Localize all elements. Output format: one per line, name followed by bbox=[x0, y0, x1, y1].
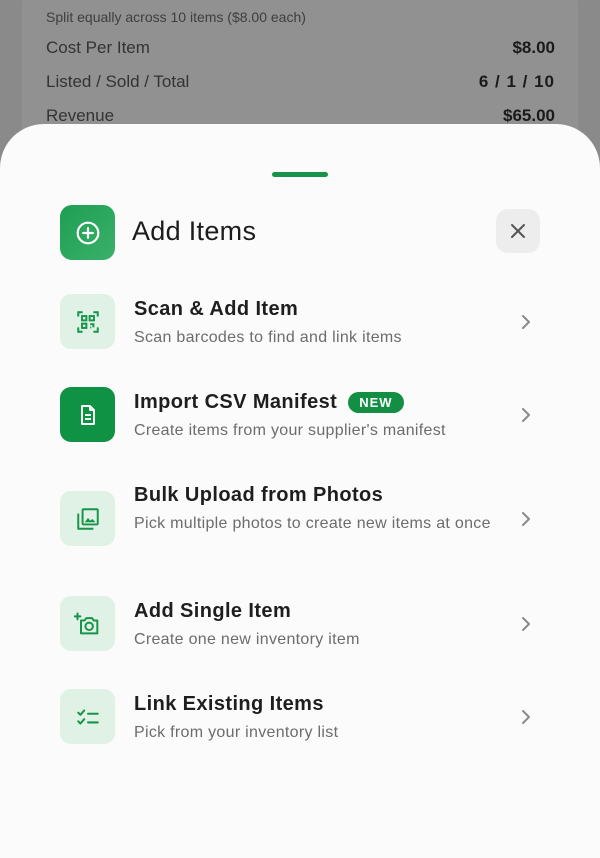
plus-circle-icon bbox=[60, 205, 115, 260]
row-value: 6 / 1 / 10 bbox=[478, 72, 555, 91]
sheet-title: Add Items bbox=[132, 216, 257, 246]
option-subtitle: Scan barcodes to find and link items bbox=[134, 329, 402, 346]
close-icon bbox=[511, 224, 525, 238]
new-badge: NEW bbox=[348, 392, 404, 413]
option-subtitle: Create one new inventory item bbox=[134, 631, 360, 648]
row-value: $65.00 bbox=[503, 106, 555, 125]
close-button[interactable] bbox=[496, 209, 540, 253]
bulk-upload-photos-option[interactable]: Bulk Upload from Photos Pick multiple ph… bbox=[60, 480, 540, 560]
revenue-row: Revenue $65.00 bbox=[46, 106, 555, 126]
qr-scan-icon bbox=[60, 294, 115, 349]
chevron-right-icon bbox=[518, 616, 534, 632]
row-label: Cost Per Item bbox=[46, 38, 150, 57]
chevron-right-icon bbox=[518, 407, 534, 423]
link-existing-items-option[interactable]: Link Existing Items Pick from your inven… bbox=[60, 689, 540, 745]
drag-handle[interactable] bbox=[272, 172, 328, 177]
chevron-right-icon bbox=[518, 709, 534, 725]
row-label: Revenue bbox=[46, 106, 115, 125]
add-items-sheet: Add Items Scan & Add Item Scan barcodes … bbox=[0, 124, 600, 858]
option-subtitle: Create items from your supplier's manife… bbox=[134, 422, 446, 439]
chevron-right-icon bbox=[518, 314, 534, 330]
photo-library-icon bbox=[60, 491, 115, 546]
row-label: Listed / Sold / Total bbox=[46, 72, 190, 91]
option-title: Import CSV Manifest bbox=[134, 391, 338, 413]
camera-add-icon bbox=[60, 596, 115, 651]
row-value: $8.00 bbox=[512, 38, 555, 57]
add-single-item-option[interactable]: Add Single Item Create one new inventory… bbox=[60, 596, 540, 652]
cost-per-item-row: Cost Per Item $8.00 bbox=[46, 38, 555, 58]
listed-sold-total-row: Listed / Sold / Total 6 / 1 / 10 bbox=[46, 72, 555, 92]
split-note: Split equally across 10 items ($8.00 eac… bbox=[46, 9, 306, 25]
option-title: Bulk Upload from Photos bbox=[134, 484, 384, 506]
option-subtitle: Pick from your inventory list bbox=[134, 724, 339, 741]
checklist-icon bbox=[60, 689, 115, 744]
option-title: Add Single Item bbox=[134, 600, 292, 622]
document-icon bbox=[60, 387, 115, 442]
chevron-right-icon bbox=[518, 511, 534, 527]
option-subtitle: Pick multiple photos to create new items… bbox=[134, 515, 491, 532]
option-title: Link Existing Items bbox=[134, 693, 324, 715]
option-title: Scan & Add Item bbox=[134, 298, 299, 320]
scan-add-item-option[interactable]: Scan & Add Item Scan barcodes to find an… bbox=[60, 294, 540, 350]
import-csv-manifest-option[interactable]: Import CSV Manifest NEW Create items fro… bbox=[60, 387, 540, 443]
